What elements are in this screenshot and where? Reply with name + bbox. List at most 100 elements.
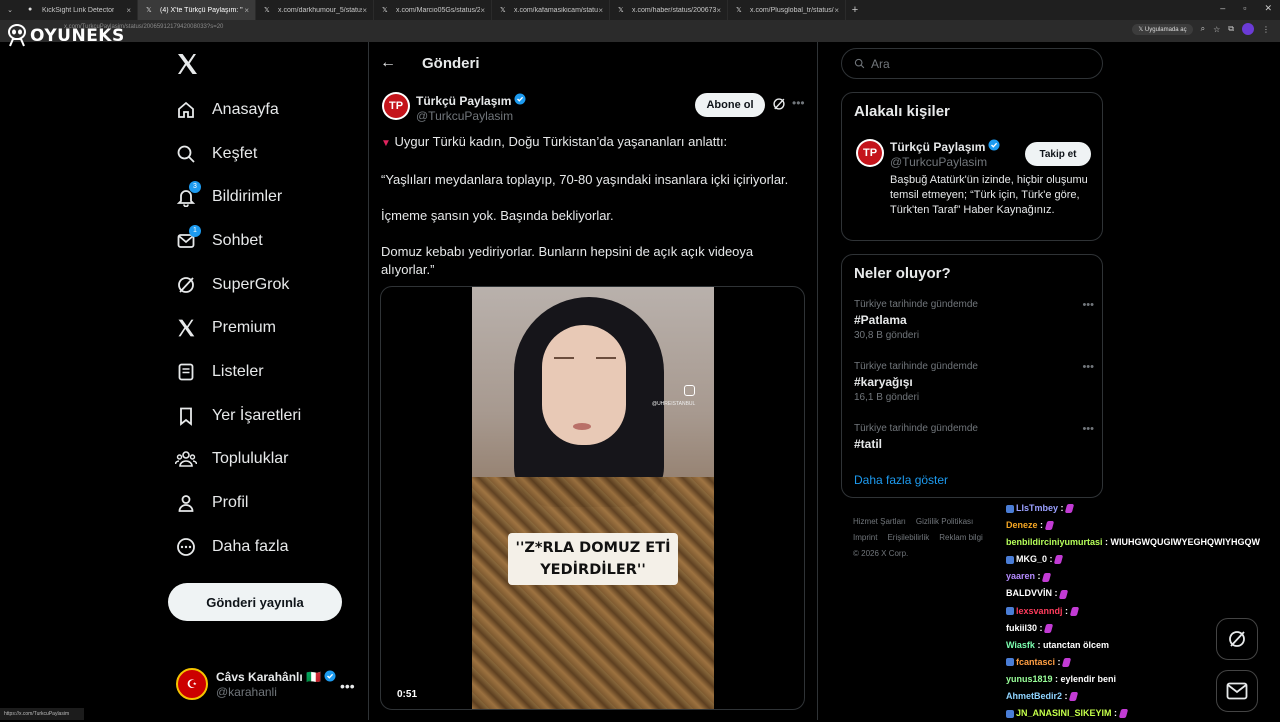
nav-item-notifications[interactable]: 3 Bildirimler [174, 175, 301, 219]
show-more-link[interactable]: Daha fazla göster [854, 473, 948, 487]
x-favicon-icon: 𝕏 [618, 7, 624, 14]
nav-item-home[interactable]: Anasayfa [174, 88, 301, 132]
search-input[interactable]: Ara [841, 48, 1103, 79]
chat-username[interactable]: fukiil30 [1006, 623, 1037, 633]
post-line: Uygur Türkü kadın, Doğu Türkistan’da yaş… [394, 134, 728, 149]
related-avatar[interactable]: ΤΡ [856, 139, 884, 167]
browser-tab-active[interactable]: 𝕏 (4) X'te Türkçü Paylaşım: " × [138, 0, 256, 20]
chat-username[interactable]: JN_ANASINI_SIKEYIM [1016, 708, 1112, 718]
related-name-row[interactable]: Türkçü Paylaşım [890, 139, 1000, 154]
nav-item-explore[interactable]: Keşfet [174, 132, 301, 176]
close-icon[interactable]: × [244, 6, 249, 15]
chat-username[interactable]: LIsTmbey [1016, 503, 1058, 513]
post-author-avatar[interactable]: ΤΡ [382, 92, 410, 120]
video-figure-brow [554, 357, 574, 359]
chat-message: MKG_0 : [1006, 551, 1280, 568]
browser-tab[interactable]: ● KickSight Link Detector × [20, 0, 138, 20]
close-icon[interactable]: × [126, 6, 131, 15]
browser-tab[interactable]: 𝕏x.com/kafamasikicam/status/2 × [492, 0, 610, 20]
nav-item-bookmarks[interactable]: Yer İşaretleri [174, 394, 301, 438]
footer-link[interactable]: Gizlilik Politikası [916, 517, 973, 526]
instagram-icon [684, 385, 695, 396]
video-watermark: @UHREISTANBUL [652, 401, 696, 407]
post-paragraph: İçmeme şansın yok. Başında bekliyorlar. [381, 208, 614, 223]
browser-tab[interactable]: 𝕏x.com/darkhumour_5/status/2 × [256, 0, 374, 20]
chat-username[interactable]: lexsvanndj [1016, 606, 1063, 616]
nav-item-more[interactable]: Daha fazla [174, 525, 301, 569]
related-handle[interactable]: @TurkcuPaylasim [890, 155, 987, 169]
maximize-icon[interactable]: ▫ [1243, 3, 1246, 14]
extensions-icon[interactable]: ⧉ [1228, 24, 1234, 34]
chat-username[interactable]: AhmetBedir2 [1006, 691, 1062, 701]
video-caption-line: YEDİRDİLER'' [540, 562, 646, 578]
chat-username[interactable]: BALDVVİN [1006, 588, 1052, 598]
red-triangle-icon: ▼ [381, 138, 391, 149]
footer-link[interactable]: Erişilebilirlik [887, 533, 929, 542]
close-icon[interactable]: × [480, 6, 485, 15]
grok-icon[interactable] [772, 97, 786, 111]
footer-link[interactable]: Reklam bilgi [939, 533, 983, 542]
minimize-icon[interactable]: – [1220, 3, 1225, 14]
chat-username[interactable]: Deneze [1006, 520, 1038, 530]
messages-fab-button[interactable] [1216, 670, 1258, 712]
post-author-handle[interactable]: @TurkcuPaylasim [416, 109, 513, 123]
nav-item-supergrok[interactable]: SuperGrok [174, 263, 301, 307]
browser-menu-icon[interactable]: ⋮ [1262, 25, 1270, 34]
trend-item[interactable]: Türkiye tarihinde gündemde #tatil ••• [854, 423, 1094, 451]
close-icon[interactable]: × [362, 6, 367, 15]
trend-more-icon[interactable]: ••• [1082, 423, 1094, 435]
chat-username[interactable]: benbildirciniyumurtasi [1006, 537, 1103, 547]
chat-emote-icon [1064, 504, 1075, 514]
trends-card: Neler oluyor? Türkiye tarihinde gündemde… [841, 254, 1103, 498]
zoom-icon[interactable]: ⌕ [1201, 24, 1205, 34]
nav-item-communities[interactable]: Topluluklar [174, 438, 301, 482]
x-logo-icon[interactable] [175, 52, 199, 76]
footer-link[interactable]: Hizmet Şartları [853, 517, 906, 526]
chat-username[interactable]: yunus1819 [1006, 674, 1053, 684]
verified-badge-icon [988, 139, 1000, 154]
chat-count-badge: 1 [189, 224, 201, 237]
chat-badge-icon [1006, 555, 1014, 564]
account-switcher[interactable]: ☪ Câvs Karahânlı 🇮🇹 @karahanli [176, 668, 336, 700]
video-player[interactable]: @UHREISTANBUL ''Z*RLA DOMUZ ETİ YEDİRDİL… [380, 286, 805, 710]
chat-username[interactable]: Wiasfk [1006, 640, 1035, 650]
post-author-name-row[interactable]: Türkçü Paylaşım [416, 93, 526, 108]
home-icon [174, 98, 198, 122]
mail-icon [1226, 682, 1248, 700]
close-icon[interactable]: × [716, 6, 721, 15]
nav-item-premium[interactable]: Premium [174, 306, 301, 350]
nav-item-chat[interactable]: 1 Sohbet [174, 219, 301, 263]
bookmark-star-icon[interactable]: ☆ [1213, 25, 1220, 34]
chat-username[interactable]: yaaren [1006, 571, 1035, 581]
open-in-app-button[interactable]: 𝕏 Uygulamada aç [1132, 23, 1193, 35]
new-tab-button[interactable]: + [846, 4, 864, 16]
browser-tab[interactable]: 𝕏x.com/haber/status/2006734 × [610, 0, 728, 20]
browser-tab[interactable]: 𝕏x.com/Marcio05Gs/status/200 × [374, 0, 492, 20]
chat-message: LIsTmbey : [1006, 500, 1280, 517]
post-button[interactable]: Gönderi yayınla [168, 583, 342, 621]
chat-username[interactable]: fcantasci [1016, 657, 1055, 667]
back-arrow-icon[interactable]: ← [380, 54, 396, 72]
trend-more-icon[interactable]: ••• [1082, 299, 1094, 311]
footer-link[interactable]: Imprint [853, 533, 877, 542]
grok-fab-button[interactable] [1216, 618, 1258, 660]
notification-count-badge: 3 [189, 181, 201, 194]
trend-item[interactable]: Türkiye tarihinde gündemde #Patlama 30,8… [854, 299, 1094, 341]
chat-username[interactable]: MKG_0 [1016, 554, 1047, 564]
related-people-card: Alakalı kişiler ΤΡ Türkçü Paylaşım @Turk… [841, 92, 1103, 241]
x-favicon-icon: 𝕏 [264, 7, 270, 14]
close-icon[interactable]: × [598, 6, 603, 15]
browser-tab[interactable]: 𝕏x.com/Plusglobal_tr/status/200× [728, 0, 846, 20]
post-more-icon[interactable]: ••• [792, 96, 805, 110]
nav-item-profile[interactable]: Profil [174, 481, 301, 525]
trend-item[interactable]: Türkiye tarihinde gündemde #karyağışı 16… [854, 361, 1094, 403]
trend-more-icon[interactable]: ••• [1082, 361, 1094, 373]
account-more-icon[interactable]: ••• [340, 678, 355, 694]
close-icon[interactable]: × [834, 6, 839, 15]
profile-avatar[interactable] [1242, 23, 1254, 35]
close-window-icon[interactable]: ✕ [1264, 3, 1272, 14]
subscribe-button[interactable]: Abone ol [695, 93, 765, 117]
follow-button[interactable]: Takip et [1025, 142, 1091, 166]
nav-item-lists[interactable]: Listeler [174, 350, 301, 394]
tab-search-button[interactable]: ⌄ [0, 0, 20, 20]
